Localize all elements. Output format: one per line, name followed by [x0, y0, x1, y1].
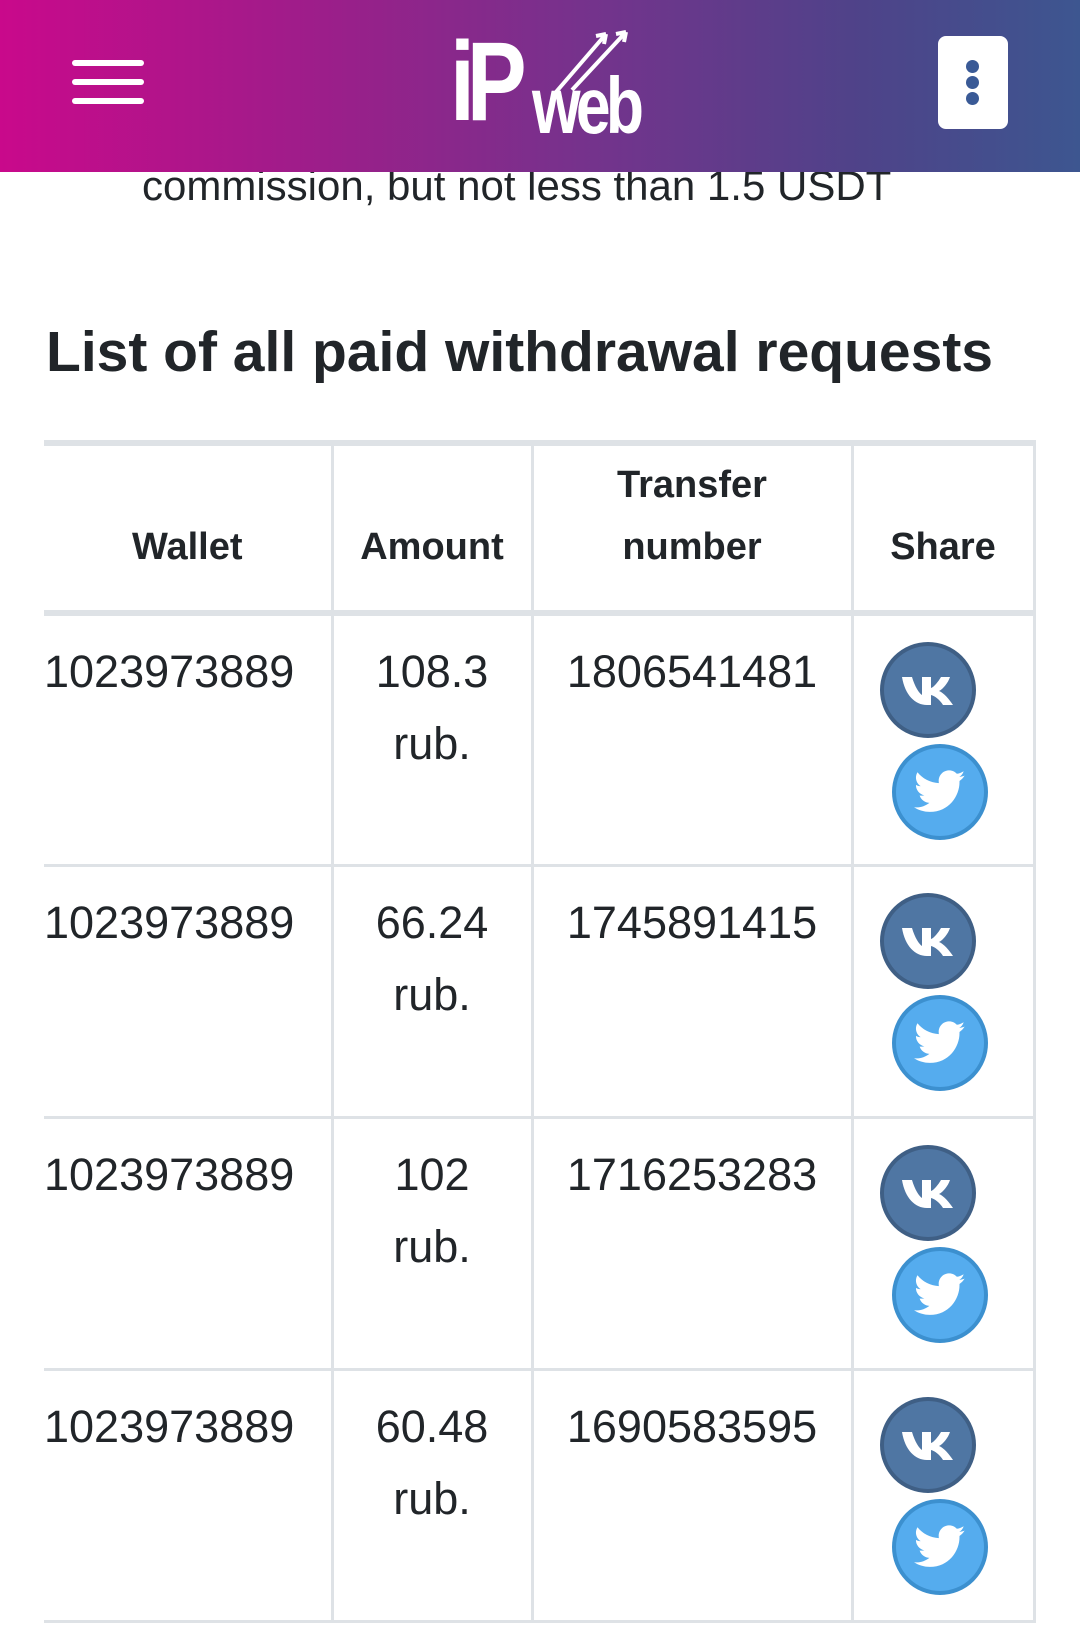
twitter-icon — [913, 1020, 965, 1063]
share-twitter-button[interactable] — [891, 1246, 988, 1343]
ipweb-logo[interactable]: iP web — [450, 19, 644, 146]
share-vk-button[interactable] — [879, 642, 976, 738]
transfer-number-cell: 1806541481 — [530, 613, 854, 865]
amount-cell: 102 rub. — [330, 1117, 534, 1369]
hamburger-icon-line — [72, 98, 144, 104]
share-twitter-button[interactable] — [891, 1498, 988, 1595]
share-cell — [850, 865, 1036, 1117]
table-row: 1023973889 60.48 rub. 1690583595 — [44, 1369, 1036, 1621]
kebab-icon-dot — [966, 76, 979, 89]
top-header: iP web — [0, 0, 1080, 172]
transfer-number-cell: 1716253283 — [530, 1117, 854, 1369]
table-row: 1023973889 66.24 rub. 1745891415 — [44, 865, 1036, 1117]
table-row: 1023973889 102 rub. 1716253283 — [44, 1117, 1036, 1369]
vk-icon — [901, 1179, 953, 1208]
transfer-number-cell: 1690583595 — [530, 1369, 854, 1621]
hamburger-icon — [72, 60, 144, 66]
kebab-icon — [966, 60, 979, 73]
wallet-cell: 1023973889 — [44, 1117, 334, 1369]
wallet-cell: 1023973889 — [44, 613, 334, 865]
logo-ip-text: iP — [450, 19, 527, 144]
share-vk-button[interactable] — [879, 1144, 976, 1241]
logo-web-text: web — [532, 61, 644, 150]
table-row: 1023973889 108.3 rub. 1806541481 — [44, 613, 1036, 865]
hamburger-icon-line — [72, 79, 144, 85]
amount-cell: 60.48 rub. — [330, 1369, 534, 1621]
vk-icon — [901, 677, 953, 705]
vk-icon — [901, 1431, 953, 1460]
withdrawals-table: Wallet Amount Transfer number Share 1023… — [44, 440, 1036, 1623]
table-header-row: Wallet Amount Transfer number Share — [44, 443, 1036, 613]
wallet-cell: 1023973889 — [44, 1369, 334, 1621]
share-twitter-button[interactable] — [891, 744, 988, 840]
wallet-cell: 1023973889 — [44, 865, 334, 1117]
share-vk-button[interactable] — [879, 1396, 976, 1493]
menu-button[interactable] — [72, 60, 144, 104]
share-twitter-button[interactable] — [891, 994, 988, 1091]
twitter-icon — [913, 1272, 965, 1315]
vk-icon — [901, 927, 953, 956]
twitter-icon — [913, 1524, 965, 1567]
col-header-share: Share — [850, 443, 1036, 613]
amount-cell: 66.24 rub. — [330, 865, 534, 1117]
page-title: List of all paid withdrawal requests — [46, 320, 994, 384]
share-cell — [850, 1117, 1036, 1369]
col-header-transfer: Transfer number — [530, 443, 854, 613]
share-cell — [850, 613, 1036, 865]
kebab-icon-dot — [966, 92, 979, 105]
share-vk-button[interactable] — [879, 892, 976, 989]
twitter-icon — [913, 770, 965, 812]
share-cell — [850, 1369, 1036, 1621]
amount-cell: 108.3 rub. — [330, 613, 534, 865]
transfer-number-cell: 1745891415 — [530, 865, 854, 1117]
col-header-wallet: Wallet — [44, 443, 334, 613]
col-header-amount: Amount — [330, 443, 534, 613]
more-options-button[interactable] — [938, 36, 1008, 129]
